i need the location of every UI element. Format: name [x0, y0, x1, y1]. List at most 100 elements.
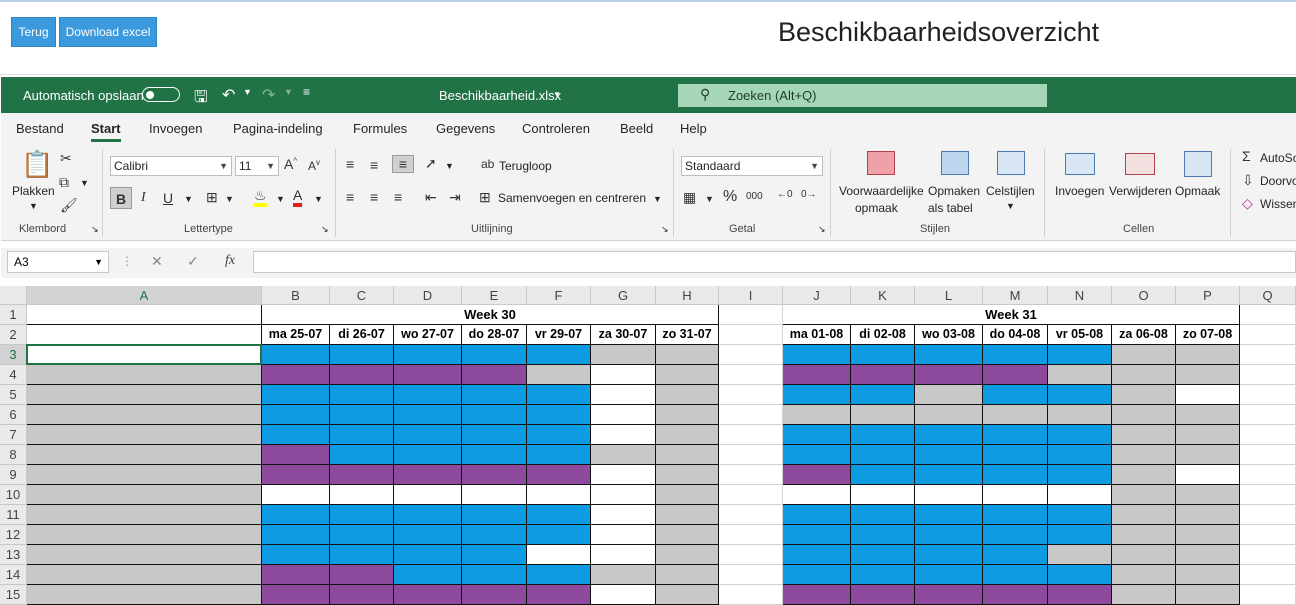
- clipboard-launcher-icon[interactable]: ↘: [91, 224, 99, 235]
- cell-m15[interactable]: [983, 585, 1048, 605]
- font-launcher-icon[interactable]: ↘: [321, 224, 329, 235]
- column-header-b[interactable]: B: [262, 286, 330, 305]
- day-label[interactable]: vr 05-08: [1048, 325, 1112, 345]
- font-name-combo[interactable]: Calibri ▼: [110, 156, 232, 176]
- cell-g15[interactable]: [591, 585, 656, 605]
- cell-b9[interactable]: [262, 465, 330, 485]
- cell-b12[interactable]: [262, 525, 330, 545]
- cell-g4[interactable]: [591, 365, 656, 385]
- cell-a11[interactable]: [27, 505, 262, 525]
- format-as-table-icon[interactable]: [941, 151, 969, 175]
- cell-m12[interactable]: [983, 525, 1048, 545]
- day-label[interactable]: vr 29-07: [527, 325, 591, 345]
- day-label[interactable]: di 26-07: [330, 325, 394, 345]
- cell-o9[interactable]: [1112, 465, 1176, 485]
- cell-e14[interactable]: [462, 565, 527, 585]
- cell-m14[interactable]: [983, 565, 1048, 585]
- cell-b15[interactable]: [262, 585, 330, 605]
- autosave-toggle[interactable]: [142, 87, 180, 102]
- cell-p13[interactable]: [1176, 545, 1240, 565]
- cell-b6[interactable]: [262, 405, 330, 425]
- cell-c4[interactable]: [330, 365, 394, 385]
- cell-o14[interactable]: [1112, 565, 1176, 585]
- cell-p10[interactable]: [1176, 485, 1240, 505]
- cell-q10[interactable]: [1240, 485, 1296, 505]
- cell-c11[interactable]: [330, 505, 394, 525]
- column-header-i[interactable]: I: [719, 286, 783, 305]
- cell-p11[interactable]: [1176, 505, 1240, 525]
- cell-l11[interactable]: [915, 505, 983, 525]
- cell-n4[interactable]: [1048, 365, 1112, 385]
- cell-i5[interactable]: [719, 385, 783, 405]
- cell-e9[interactable]: [462, 465, 527, 485]
- cell-a9[interactable]: [27, 465, 262, 485]
- format-cells-icon[interactable]: [1184, 151, 1212, 177]
- cancel-icon[interactable]: ✕: [151, 253, 163, 270]
- cell-o7[interactable]: [1112, 425, 1176, 445]
- cell-d14[interactable]: [394, 565, 462, 585]
- cell-f3[interactable]: [527, 345, 591, 365]
- cell-f11[interactable]: [527, 505, 591, 525]
- cell-i15[interactable]: [719, 585, 783, 605]
- cell-k4[interactable]: [851, 365, 915, 385]
- filename[interactable]: Beschikbaarheid.xlsx: [439, 88, 561, 103]
- cell-a12[interactable]: [27, 525, 262, 545]
- percent-icon[interactable]: %: [723, 188, 737, 206]
- cell-j9[interactable]: [783, 465, 851, 485]
- tab-beeld[interactable]: Beeld: [620, 121, 653, 136]
- cell-a6[interactable]: [27, 405, 262, 425]
- decrease-decimal-icon[interactable]: 0→: [801, 189, 817, 200]
- cell-d12[interactable]: [394, 525, 462, 545]
- cell-q2[interactable]: [1240, 325, 1296, 345]
- filename-dropdown-icon[interactable]: ▼: [553, 90, 561, 99]
- row-header-7[interactable]: 7: [0, 425, 27, 445]
- cell-k5[interactable]: [851, 385, 915, 405]
- row-header-10[interactable]: 10: [0, 485, 27, 505]
- cell-a4[interactable]: [27, 365, 262, 385]
- cell-i7[interactable]: [719, 425, 783, 445]
- cell-l3[interactable]: [915, 345, 983, 365]
- cell-n9[interactable]: [1048, 465, 1112, 485]
- day-label[interactable]: do 28-07: [462, 325, 527, 345]
- cell-a8[interactable]: [27, 445, 262, 465]
- cell-p14[interactable]: [1176, 565, 1240, 585]
- format-painter-icon[interactable]: 🖌: [60, 197, 78, 214]
- week-title-1[interactable]: Week 30: [262, 305, 719, 325]
- wrap-text-label[interactable]: Terugloop: [499, 159, 552, 173]
- cell-h9[interactable]: [656, 465, 719, 485]
- cell-f5[interactable]: [527, 385, 591, 405]
- cell-k15[interactable]: [851, 585, 915, 605]
- day-label[interactable]: di 02-08: [851, 325, 915, 345]
- row-header-13[interactable]: 13: [0, 545, 27, 565]
- row-header-15[interactable]: 15: [0, 585, 27, 605]
- column-header-h[interactable]: H: [656, 286, 719, 305]
- delete-cells-label[interactable]: Verwijderen: [1109, 184, 1172, 198]
- cell-b13[interactable]: [262, 545, 330, 565]
- accounting-format-icon[interactable]: ▦: [683, 189, 696, 206]
- cell-m5[interactable]: [983, 385, 1048, 405]
- cell-m11[interactable]: [983, 505, 1048, 525]
- cell-styles-icon[interactable]: [997, 151, 1025, 175]
- row-header-5[interactable]: 5: [0, 385, 27, 405]
- cell-n13[interactable]: [1048, 545, 1112, 565]
- download-excel-button[interactable]: Download excel: [59, 17, 157, 47]
- cell-j3[interactable]: [783, 345, 851, 365]
- bold-icon[interactable]: B: [110, 187, 132, 209]
- cell-l13[interactable]: [915, 545, 983, 565]
- cell-n8[interactable]: [1048, 445, 1112, 465]
- cell-f15[interactable]: [527, 585, 591, 605]
- select-all-corner[interactable]: [0, 286, 27, 305]
- cell-d8[interactable]: [394, 445, 462, 465]
- cell-q4[interactable]: [1240, 365, 1296, 385]
- cell-q8[interactable]: [1240, 445, 1296, 465]
- cell-k10[interactable]: [851, 485, 915, 505]
- cell-l7[interactable]: [915, 425, 983, 445]
- align-center-icon[interactable]: ≡: [370, 189, 378, 205]
- cell-q1[interactable]: [1240, 305, 1296, 325]
- format-as-table-label[interactable]: Opmaken: [928, 184, 980, 198]
- cell-m6[interactable]: [983, 405, 1048, 425]
- cell-j13[interactable]: [783, 545, 851, 565]
- cell-m7[interactable]: [983, 425, 1048, 445]
- save-icon[interactable]: 🖫: [194, 86, 208, 113]
- cell-b11[interactable]: [262, 505, 330, 525]
